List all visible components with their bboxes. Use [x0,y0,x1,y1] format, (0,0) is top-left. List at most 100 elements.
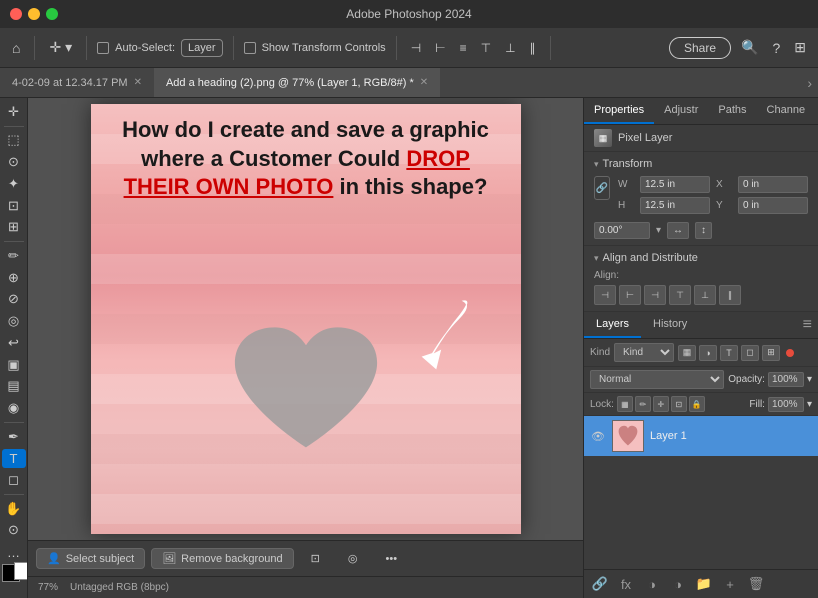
lock-artboard-btn[interactable]: ⊡ [671,396,687,412]
tab-inactive[interactable]: 4-02-09 at 12.34.17 PM ✕ [0,68,154,97]
align-btn-2[interactable]: ⊢ [431,39,449,57]
dodge-tool[interactable]: ◉ [2,398,26,418]
filter-smart-icon[interactable]: ⊞ [762,345,780,361]
share-button[interactable]: Share [669,37,731,59]
tab-adjustments[interactable]: Adjustr [654,98,708,124]
height-row: H Y [618,197,808,214]
remove-background-button[interactable]: 🖼 Remove background [151,548,293,569]
filter-pixel-icon[interactable]: ▦ [678,345,696,361]
tab-layers[interactable]: Layers [584,312,641,338]
align-center-v-btn[interactable]: ⊥ [694,285,716,305]
right-panel: Properties Adjustr Paths Channe ≡ ▦ Pixe… [583,98,818,598]
eraser-tool[interactable]: ▣ [2,355,26,375]
new-group-button[interactable]: 📁 [694,574,714,594]
filter-shape-icon[interactable]: ◻ [741,345,759,361]
align-btn-6[interactable]: ∥ [526,39,540,57]
tab-active[interactable]: Add a heading (2).png @ 77% (Layer 1, RG… [154,68,440,97]
minimize-button[interactable] [28,8,40,20]
search-button[interactable]: 🔍 [737,37,762,58]
clone-tool[interactable]: ◎ [2,311,26,331]
shape-tool[interactable]: ◻ [2,470,26,490]
toolbar-separator-1 [34,36,35,60]
marquee-tool[interactable]: ⬚ [2,131,26,151]
crop-options-button[interactable]: ⊡ [300,548,331,569]
maximize-button[interactable] [46,8,58,20]
lock-transparent-btn[interactable]: ▦ [617,396,633,412]
layer-row[interactable]: 👁 Layer 1 [584,416,818,456]
align-btn-1[interactable]: ⊣ [407,39,425,57]
align-top-btn[interactable]: ⊤ [669,285,691,305]
width-input[interactable] [640,176,710,193]
filter-adjust-icon[interactable]: ◑ [699,345,717,361]
transform-controls-checkbox[interactable] [244,42,256,54]
tab-close-active[interactable]: ✕ [420,77,428,88]
align-btn-3[interactable]: ≡ [456,39,471,57]
more-tools[interactable]: … [2,542,26,562]
help-button[interactable]: ? [768,38,784,58]
frame-tool[interactable]: ⊞ [2,218,26,238]
delete-layer-button[interactable]: 🗑 [746,574,766,594]
eyedropper-tool[interactable]: ✏ [2,246,26,266]
history-brush-tool[interactable]: ↩ [2,333,26,353]
align-right-btn[interactable]: ⊣ [644,285,666,305]
x-input[interactable] [738,176,808,193]
new-layer-button[interactable]: + [720,574,740,594]
auto-select-checkbox[interactable] [97,42,109,54]
tab-properties[interactable]: Properties [584,98,654,124]
add-fx-button[interactable]: fx [616,574,636,594]
align-bottom-btn[interactable]: ∥ [719,285,741,305]
opacity-input[interactable] [768,372,804,387]
canvas-bottom-bar: 👤 Select subject 🖼 Remove background ⊡ ◎… [28,540,583,576]
canvas-container[interactable]: How do I create and save a graphic where… [28,98,583,540]
close-button[interactable] [10,8,22,20]
layers-tabs: Layers History ≡ [584,312,818,339]
background-color[interactable] [14,562,29,580]
fill-input[interactable] [768,397,804,412]
lasso-tool[interactable]: ⊙ [2,152,26,172]
link-icon[interactable]: 🔗 [594,176,610,200]
layer-visibility-eye[interactable]: 👁 [590,428,606,444]
kind-select[interactable]: Kind [614,343,674,362]
angle-input[interactable] [594,222,650,239]
window-button[interactable]: ⊞ [790,37,810,58]
blend-mode-select[interactable]: Normal [590,370,724,389]
align-left-btn[interactable]: ⊣ [594,285,616,305]
tab-history[interactable]: History [641,312,699,338]
lock-pixels-btn[interactable]: ✏ [635,396,651,412]
text-tool[interactable]: T [2,449,26,469]
zoom-tool[interactable]: ⊙ [2,521,26,541]
lock-position-btn[interactable]: ✛ [653,396,669,412]
spot-heal-tool[interactable]: ⊕ [2,268,26,288]
pen-tool[interactable]: ✒ [2,427,26,447]
new-adjustment-button[interactable]: ◑ [668,574,688,594]
link-layers-button[interactable]: 🔗 [590,574,610,594]
select-subject-icon: 👤 [47,552,61,565]
lock-all-btn[interactable]: 🔒 [689,396,705,412]
tab-chevron[interactable]: › [807,75,812,91]
select-subject-button[interactable]: 👤 Select subject [36,548,145,569]
brush-tool[interactable]: ⊘ [2,290,26,310]
y-input[interactable] [738,197,808,214]
hand-tool[interactable]: ✋ [2,499,26,519]
quick-select-tool[interactable]: ✦ [2,174,26,194]
move-tool[interactable]: ✛ [2,102,26,122]
gradient-tool[interactable]: ▤ [2,376,26,396]
tab-paths[interactable]: Paths [708,98,756,124]
auto-select-dropdown[interactable]: Layer [181,39,223,57]
filter-text-icon[interactable]: T [720,345,738,361]
flip-h-btn[interactable]: ↔ [667,222,689,239]
tab-close-inactive[interactable]: ✕ [134,77,142,88]
add-mask-button[interactable]: ◑ [642,574,662,594]
height-input[interactable] [640,197,710,214]
align-btn-5[interactable]: ⊥ [501,39,519,57]
crop-tool[interactable]: ⊡ [2,196,26,216]
flip-v-btn[interactable]: ↕ [695,222,712,239]
target-button[interactable]: ◎ [337,548,369,569]
tab-channels[interactable]: Channe [757,98,816,124]
home-button[interactable]: ⌂ [8,38,24,58]
align-center-h-btn[interactable]: ⊢ [619,285,641,305]
move-tool-options[interactable]: ✛ ▾ [45,37,76,58]
more-options-button[interactable]: ••• [375,549,409,569]
align-btn-4[interactable]: ⊤ [477,39,495,57]
layers-menu-button[interactable]: ≡ [797,312,818,338]
